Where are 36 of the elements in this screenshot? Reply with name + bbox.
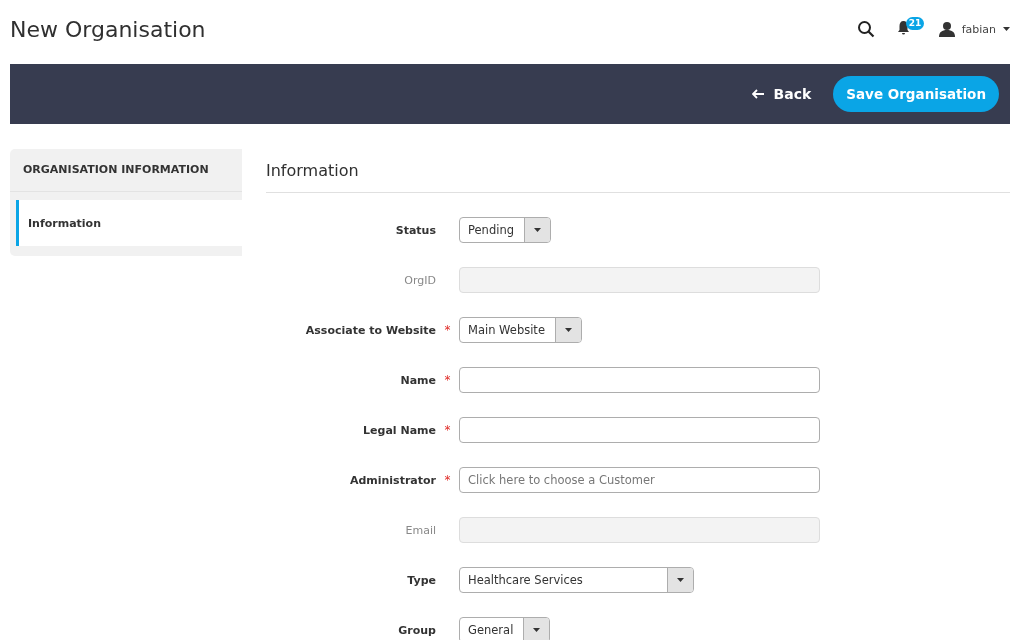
- required-marker: *: [444, 473, 451, 487]
- field-label: Name: [399, 373, 436, 387]
- caret-icon: [677, 578, 684, 582]
- arrow-left-icon: [751, 89, 764, 99]
- user-menu[interactable]: fabian: [938, 21, 1010, 37]
- section-title: Information: [266, 149, 1010, 193]
- caret-icon: [533, 628, 541, 632]
- field-label: Legal Name: [362, 423, 436, 437]
- required-marker: *: [444, 323, 451, 337]
- text-field[interactable]: [459, 367, 820, 393]
- field-label: Group: [397, 623, 436, 637]
- field-label: Administrator: [348, 473, 436, 487]
- bell-icon[interactable]: [896, 20, 910, 35]
- caret-icon: [564, 328, 572, 332]
- required-marker: *: [444, 373, 451, 387]
- field-label: Type: [406, 573, 436, 587]
- select-dropdown[interactable]: General: [459, 617, 551, 640]
- select-dropdown[interactable]: Main Website: [459, 317, 582, 343]
- field-label: Status: [394, 223, 436, 237]
- text-field[interactable]: [459, 417, 820, 443]
- field-label: OrgID: [403, 273, 436, 287]
- sidebar-item[interactable]: Information: [16, 200, 242, 246]
- field-label: Email: [404, 523, 436, 537]
- user-icon: [938, 21, 955, 37]
- sidebar-title: ORGANISATION INFORMATION: [10, 149, 242, 192]
- text-field[interactable]: Click here to choose a Customer: [459, 467, 820, 493]
- page-title: New Organisation: [10, 16, 207, 42]
- back-button[interactable]: Back: [751, 86, 812, 102]
- notification-badge: 21: [905, 17, 925, 30]
- field-label: Associate to Website: [304, 323, 436, 337]
- select-dropdown[interactable]: Pending: [459, 217, 551, 243]
- select-dropdown[interactable]: Healthcare Services: [459, 567, 694, 593]
- caret-icon: [1003, 27, 1010, 31]
- required-marker: *: [444, 423, 451, 437]
- caret-icon: [534, 228, 541, 232]
- search-icon[interactable]: [856, 20, 875, 38]
